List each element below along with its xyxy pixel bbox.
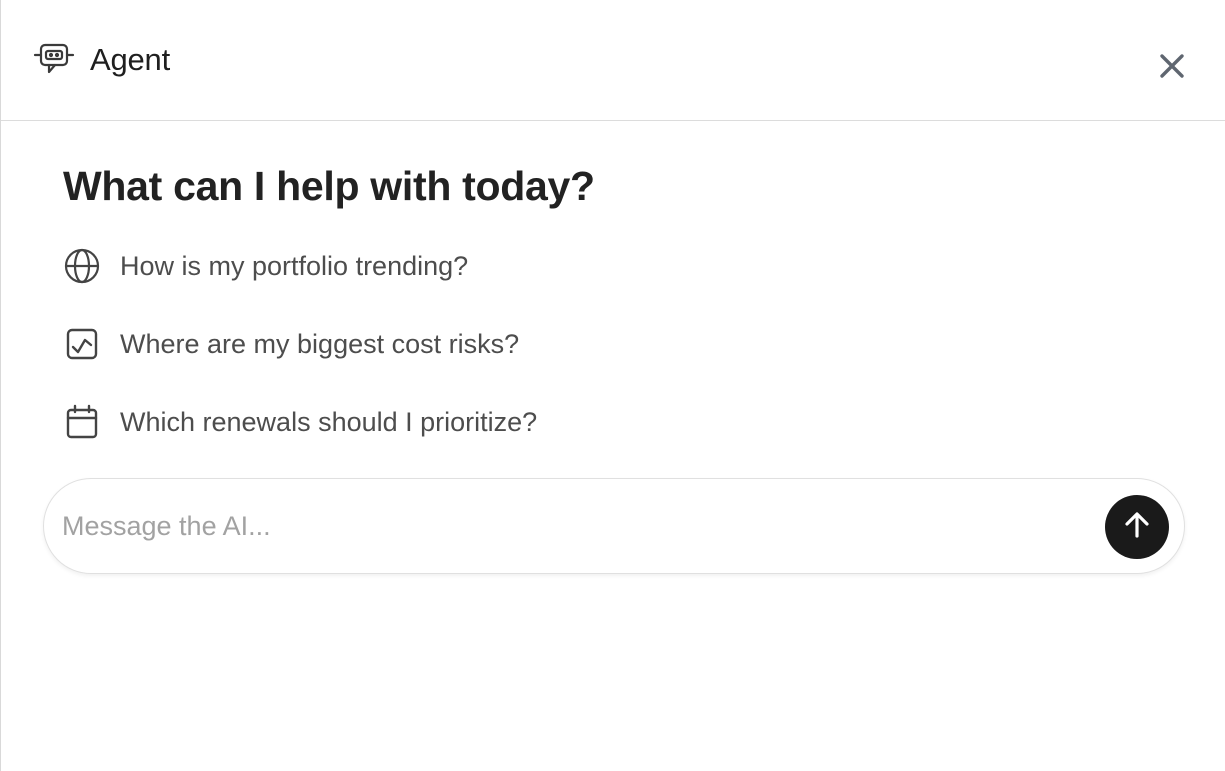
suggestion-label: How is my portfolio trending? [120, 251, 469, 281]
message-input[interactable] [62, 501, 1092, 551]
welcome-heading: What can I help with today? [63, 163, 595, 209]
send-button[interactable] [1105, 495, 1169, 559]
message-composer [43, 478, 1185, 574]
suggestion-cost-risks[interactable]: Where are my biggest cost risks? [63, 324, 519, 364]
suggestion-renewals[interactable]: Which renewals should I prioritize? [63, 402, 537, 442]
close-button[interactable] [1155, 51, 1189, 85]
panel-header: Agent [1, 0, 1225, 121]
arrow-up-icon [1122, 510, 1152, 545]
chart-activity-icon [63, 325, 101, 363]
agent-panel: Agent What can I help with today? How is… [0, 0, 1225, 771]
suggestion-portfolio-trending[interactable]: How is my portfolio trending? [63, 246, 468, 286]
suggestion-label: Where are my biggest cost risks? [120, 329, 520, 359]
robot-chat-icon [33, 42, 75, 76]
panel-title: Agent [90, 42, 171, 77]
globe-icon [63, 247, 101, 285]
calendar-icon [63, 403, 101, 441]
close-icon [1159, 53, 1185, 84]
suggestion-label: Which renewals should I prioritize? [120, 407, 538, 437]
